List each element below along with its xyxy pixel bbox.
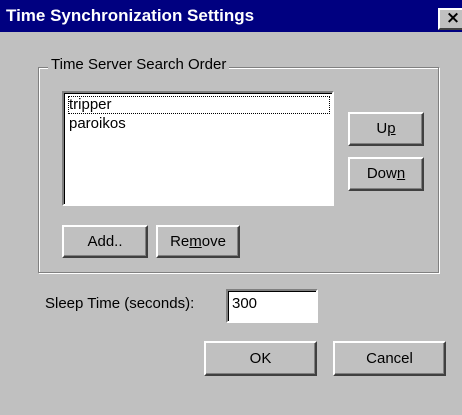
remove-label-start: Re — [170, 233, 190, 250]
up-mnemonic: p — [387, 120, 396, 137]
title-bar[interactable]: Time Synchronization Settings — [0, 0, 462, 32]
remove-label-end: ove — [201, 233, 226, 250]
down-button[interactable]: Down — [348, 157, 424, 191]
sleep-time-input[interactable]: 300 — [226, 289, 318, 323]
cancel-label: Cancel — [366, 350, 413, 367]
up-button[interactable]: Up — [348, 112, 424, 146]
list-item[interactable]: paroikos — [69, 115, 126, 133]
time-sync-dialog: Time Synchronization Settings × Time Ser… — [0, 0, 462, 415]
down-mnemonic: n — [396, 165, 406, 182]
ok-label: OK — [249, 350, 272, 367]
group-label: Time Server Search Order — [48, 56, 230, 73]
close-button[interactable]: × — [438, 8, 462, 30]
add-label: Add.. — [87, 233, 123, 250]
ok-button[interactable]: OK — [204, 341, 317, 376]
close-icon: × — [445, 8, 461, 28]
remove-mnemonic: m — [189, 233, 202, 250]
up-label: U — [376, 120, 388, 137]
cancel-button[interactable]: Cancel — [333, 341, 446, 376]
server-listbox[interactable]: tripper paroikos — [62, 91, 334, 206]
remove-button[interactable]: Remove — [156, 225, 240, 258]
sleep-time-label: Sleep Time (seconds): — [45, 295, 195, 312]
down-label: Dow — [366, 165, 397, 182]
list-item[interactable]: tripper — [68, 96, 330, 114]
window-title: Time Synchronization Settings — [6, 6, 255, 25]
add-button[interactable]: Add.. — [62, 225, 148, 258]
